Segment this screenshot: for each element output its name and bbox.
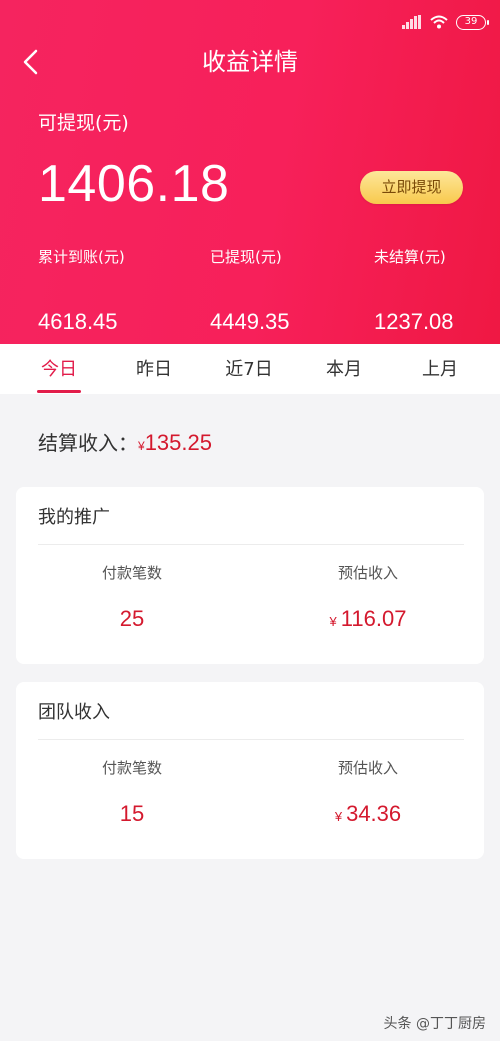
stat-label: 未结算(元) [374,248,446,266]
tab-this-month[interactable]: 本月 [314,344,374,394]
team-income-card: 团队收入 付款笔数 预估收入 15 ¥34.36 [16,682,484,859]
divider [38,739,464,740]
active-tab-indicator [37,390,81,393]
estimated-income-value: ¥34.36 [278,799,458,832]
income-amount: 116.07 [340,606,407,631]
income-amount: 34.36 [346,801,402,826]
tab-today[interactable]: 今日 [29,344,89,394]
currency-symbol: ¥ [334,809,343,824]
my-promotion-card: 我的推广 付款笔数 预估收入 25 ¥116.07 [16,487,484,664]
payment-count-value: 15 [119,801,145,826]
watermark: 头条 @丁丁厨房 [383,1016,486,1032]
earnings-header: 39 收益详情 可提现(元) 1406.18 立即提现 累计到账(元) 4618… [0,0,500,344]
settlement-label: 结算收入： [38,431,138,455]
withdraw-button[interactable]: 立即提现 [360,171,463,204]
estimated-income-label: 预估收入 [337,564,398,582]
stat-label: 已提现(元) [210,248,282,266]
stat-value: 4618.45 [38,309,118,334]
period-tabs: 今日 昨日 近7日 本月 上月 [0,344,500,394]
available-label: 可提现(元) [38,112,129,134]
currency-symbol: ¥ [138,439,145,453]
stat-unsettled: 未结算(元) 1237.08 [374,246,454,336]
status-bar: 39 [402,12,489,32]
divider [38,544,464,545]
stat-withdrawn: 已提现(元) 4449.35 [210,246,290,336]
page-title: 收益详情 [202,48,298,76]
card-title: 团队收入 [38,702,110,723]
stat-label: 累计到账(元) [38,248,125,266]
payment-count-value: 25 [119,606,145,631]
estimated-income-value: ¥116.07 [278,604,458,637]
card-title: 我的推广 [38,507,110,528]
settlement-income: 结算收入：¥135.25 [38,428,212,461]
payment-count-label: 付款笔数 [101,564,162,582]
stat-value: 4449.35 [210,309,290,334]
available-amount: 1406.18 [38,155,230,213]
signal-icon [402,15,422,29]
battery-indicator: 39 [456,14,489,30]
payment-count-label: 付款笔数 [101,759,162,777]
wifi-icon [430,15,448,29]
tab-last-month[interactable]: 上月 [410,344,470,394]
stat-value: 1237.08 [374,309,454,334]
estimated-income-label: 预估收入 [337,759,398,777]
tab-last-7-days[interactable]: 近7日 [216,344,282,394]
currency-symbol: ¥ [329,614,337,629]
stat-total-received: 累计到账(元) 4618.45 [38,246,125,336]
settlement-amount: 135.25 [144,430,212,455]
tab-yesterday[interactable]: 昨日 [124,344,184,394]
